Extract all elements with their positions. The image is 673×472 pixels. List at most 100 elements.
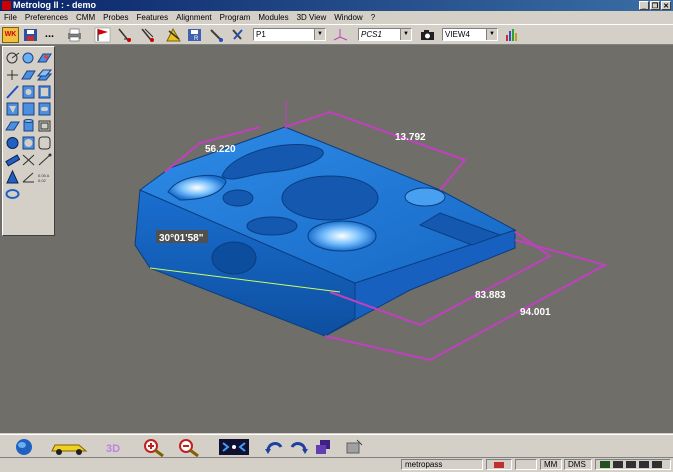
globe-icon: [16, 439, 32, 455]
menu-preferences[interactable]: Preferences: [21, 13, 72, 22]
save-icon: [24, 29, 37, 41]
status-icons: [595, 459, 671, 470]
probe-tool-icon[interactable]: [5, 50, 20, 66]
dim-label-94: 94.001: [520, 307, 551, 318]
layers-icon: [316, 440, 330, 454]
plane-tool-icon[interactable]: [21, 67, 36, 83]
workspace-button[interactable]: WK: [2, 27, 19, 43]
probe-path-multi-button[interactable]: [139, 27, 156, 43]
plane-pair-tool-icon[interactable]: [37, 67, 52, 83]
view-select[interactable]: VIEW4 ▼: [442, 28, 498, 41]
stylus-button[interactable]: [208, 27, 225, 43]
ring-tool-icon[interactable]: [5, 186, 20, 202]
pcs-select[interactable]: PCS1 ▼: [358, 28, 412, 41]
flag-button[interactable]: [94, 27, 111, 43]
angle-format-field: DMS: [564, 459, 592, 470]
rotate-right-icon: [290, 442, 308, 454]
program-save-button[interactable]: R: [186, 27, 203, 43]
large-bore: [281, 175, 379, 221]
zoom-out-button[interactable]: [177, 437, 201, 458]
probe-path-icon: [118, 28, 131, 42]
intersection-tool-icon[interactable]: [21, 152, 36, 168]
measure-icon: [166, 27, 181, 42]
tools-button[interactable]: [344, 437, 364, 457]
minimize-button[interactable]: _: [639, 1, 649, 10]
close-button[interactable]: ✕: [661, 1, 671, 10]
globe-button[interactable]: [14, 437, 34, 457]
restore-button[interactable]: ❐: [650, 1, 660, 10]
torus-tool-icon[interactable]: [21, 135, 36, 151]
fit-view-button[interactable]: [218, 437, 250, 457]
pcs-select-value: PCS1: [361, 30, 382, 39]
cone-3d-tool-icon[interactable]: [5, 169, 20, 185]
tolerance-tool-icon[interactable]: 0.05 A0.02: [37, 169, 52, 185]
menu-window[interactable]: Window: [330, 13, 366, 22]
cylinder-axis-tool-icon[interactable]: [5, 152, 20, 168]
menu-features[interactable]: Features: [133, 13, 173, 22]
3d-viewport[interactable]: 56.220 13.792 83.883 94.001 30°01'58": [0, 45, 673, 433]
small-hole: [222, 189, 254, 207]
cone-pocket: [307, 220, 377, 252]
menu-3d-view[interactable]: 3D View: [293, 13, 331, 22]
statistics-button[interactable]: [504, 27, 521, 43]
menu-help[interactable]: ?: [367, 13, 379, 22]
cone-tool-icon[interactable]: [5, 101, 20, 117]
3d-view-icon: 3D: [106, 443, 120, 455]
lock-icon: [494, 462, 504, 468]
camera-icon: [421, 30, 434, 40]
cylinder-3d-tool-icon[interactable]: [21, 118, 36, 134]
menu-cmm[interactable]: CMM: [72, 13, 99, 22]
stylus-icon: [210, 29, 223, 42]
projection-tool-icon[interactable]: [37, 152, 52, 168]
tools-icon: [346, 439, 363, 454]
camera-button[interactable]: [419, 27, 436, 43]
line-tool-icon[interactable]: [5, 84, 20, 100]
cylinder-tool-icon[interactable]: [37, 84, 52, 100]
view-select-value: VIEW4: [445, 30, 470, 39]
chevron-down-icon: ▼: [314, 29, 325, 40]
menu-modules[interactable]: Modules: [254, 13, 292, 22]
point-select[interactable]: P1 ▼: [253, 28, 326, 41]
menu-probes[interactable]: Probes: [99, 13, 132, 22]
probe-path-button[interactable]: [116, 27, 133, 43]
rotate-left-icon: [265, 442, 283, 454]
probe-path-multi-icon: [141, 28, 154, 42]
sphere-probe-tool-icon[interactable]: [21, 50, 36, 66]
more-button[interactable]: ...: [41, 27, 58, 43]
sphere-3d-tool-icon[interactable]: [5, 135, 20, 151]
axes-button[interactable]: [332, 27, 349, 43]
rotate-right-button[interactable]: [289, 437, 309, 457]
save-button[interactable]: [22, 27, 39, 43]
axes-icon: [333, 29, 348, 41]
disk-icon: R: [188, 29, 201, 42]
layers-button[interactable]: [314, 437, 334, 457]
rounded-slot-tool-icon[interactable]: [37, 135, 52, 151]
menu-program[interactable]: Program: [216, 13, 255, 22]
dim-label-13: 13.792: [395, 132, 426, 143]
3d-button[interactable]: 3D: [104, 437, 126, 457]
window-icons: [600, 461, 662, 468]
user-field: metropass: [401, 459, 483, 470]
rectangle-tool-icon[interactable]: [37, 118, 52, 134]
point-tool-icon[interactable]: [5, 67, 20, 83]
sphere-tool-icon[interactable]: [21, 101, 36, 117]
circle-tool-icon[interactable]: [21, 84, 36, 100]
angle-tool-icon[interactable]: [21, 169, 36, 185]
svg-text:0.02: 0.02: [38, 178, 47, 183]
status-empty-field: [515, 459, 537, 470]
measure-button[interactable]: [165, 27, 182, 43]
print-button[interactable]: [66, 27, 83, 43]
ellipse-tool-icon[interactable]: [5, 118, 20, 134]
workspace-label: WK: [4, 31, 17, 38]
car-button[interactable]: [49, 437, 89, 457]
rotate-left-button[interactable]: [264, 437, 284, 457]
zoom-in-icon: [144, 439, 164, 458]
plane-probe-tool-icon[interactable]: [37, 50, 52, 66]
menu-alignment[interactable]: Alignment: [172, 13, 216, 22]
car-icon: [51, 444, 88, 455]
chevron-down-icon: ▼: [486, 29, 497, 40]
slot-tool-icon[interactable]: [37, 101, 52, 117]
zoom-in-button[interactable]: [142, 437, 166, 458]
menu-file[interactable]: File: [0, 13, 21, 22]
stylus-calibrate-button[interactable]: [229, 27, 246, 43]
